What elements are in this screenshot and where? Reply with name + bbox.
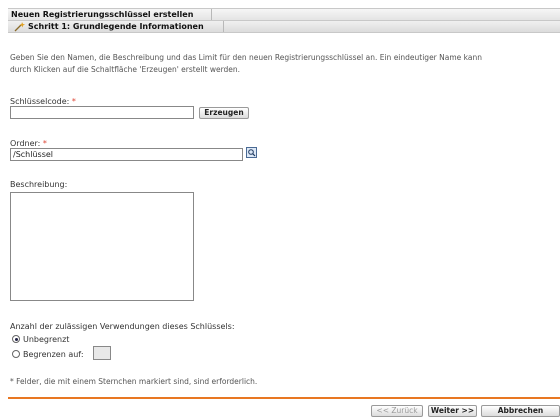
required-footnote: * Felder, die mit einem Sternchen markie… [10, 377, 258, 386]
description-textarea[interactable] [10, 192, 194, 301]
back-button[interactable]: << Zurück [371, 405, 423, 417]
key-code-label-row: Schlüsselcode: * [10, 97, 76, 106]
cancel-button[interactable]: Abbrechen [481, 405, 560, 417]
step-title: Schritt 1: Grundlegende Informationen [28, 22, 204, 31]
description-label: Beschreibung: [10, 180, 68, 189]
next-button[interactable]: Weiter >> [428, 405, 477, 417]
browse-icon[interactable] [246, 147, 257, 158]
folder-label-row: Ordner: * [10, 139, 47, 148]
folder-input[interactable] [10, 148, 243, 161]
intro-line-1: Geben Sie den Namen, die Beschreibung un… [10, 53, 482, 62]
intro-text: Geben Sie den Namen, die Beschreibung un… [10, 52, 555, 76]
dialog-title: Neuen Registrierungsschlüssel erstellen [8, 9, 212, 20]
limit-radio[interactable] [12, 350, 20, 358]
intro-line-2: durch Klicken auf die Schaltfläche 'Erze… [10, 65, 241, 74]
step-title-container: Schritt 1: Grundlegende Informationen [8, 21, 224, 32]
generate-button[interactable]: Erzeugen [199, 107, 249, 119]
footer-divider [8, 397, 560, 399]
wand-icon [14, 22, 25, 32]
key-code-label: Schlüsselcode: [10, 97, 70, 106]
key-code-input[interactable] [10, 106, 194, 119]
unlimited-radio[interactable] [12, 335, 20, 343]
dialog-title-bar: Neuen Registrierungsschlüssel erstellen [8, 8, 560, 20]
required-mark: * [71, 97, 76, 106]
step-bar: Schritt 1: Grundlegende Informationen [8, 20, 560, 33]
limit-input[interactable] [93, 346, 111, 360]
folder-label: Ordner: [10, 139, 41, 148]
usage-label: Anzahl der zulässigen Verwendungen diese… [10, 322, 235, 331]
unlimited-label: Unbegrenzt [23, 335, 70, 344]
required-mark: * [42, 139, 47, 148]
limit-label: Begrenzen auf: [23, 350, 84, 359]
